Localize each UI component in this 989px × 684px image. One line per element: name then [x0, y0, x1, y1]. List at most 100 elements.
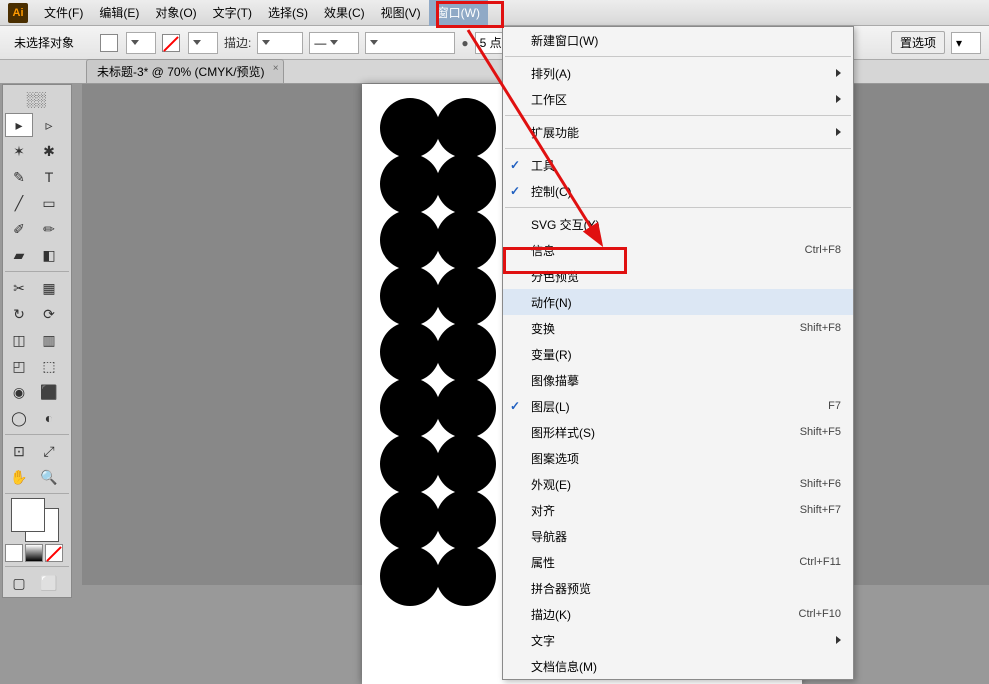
menu-window[interactable]: 窗口(W) — [429, 0, 488, 26]
panel-menu[interactable]: ▾ — [951, 32, 981, 54]
menu-item-label: 图层(L) — [527, 398, 828, 415]
menu-type[interactable]: 文字(T) — [205, 0, 260, 26]
submenu-arrow-icon — [836, 69, 841, 77]
perspective-tool[interactable]: ▥ — [35, 328, 63, 352]
scale-tool[interactable]: ▦ — [35, 276, 63, 300]
free-transform-tool[interactable]: ⟳ — [35, 302, 63, 326]
artboard-tool[interactable]: ⊡ — [5, 439, 33, 463]
menu-item-label: 变量(R) — [527, 346, 841, 363]
screen-mode[interactable]: ▢ — [5, 571, 33, 595]
fill-dropdown[interactable] — [126, 32, 156, 54]
check-icon: ✓ — [503, 399, 527, 413]
menu-item[interactable]: 描边(K)Ctrl+F10 — [503, 601, 853, 627]
menu-item-shortcut: Ctrl+F11 — [799, 556, 841, 568]
width-tool[interactable]: ↻ — [5, 302, 33, 326]
menu-item[interactable]: 变换Shift+F8 — [503, 315, 853, 341]
menu-item-label: 工作区 — [527, 91, 830, 108]
menu-item[interactable]: 属性Ctrl+F11 — [503, 549, 853, 575]
app-icon: Ai — [8, 3, 28, 23]
color-mode-solid[interactable] — [5, 544, 23, 562]
shape-builder-tool[interactable]: ◫ — [5, 328, 33, 352]
menu-edit[interactable]: 编辑(E) — [91, 0, 147, 26]
menubar: Ai 文件(F) 编辑(E) 对象(O) 文字(T) 选择(S) 效果(C) 视… — [0, 0, 989, 26]
graph-tool[interactable]: ◐ — [35, 406, 63, 430]
rotate-tool[interactable]: ✂ — [5, 276, 33, 300]
hand-tool[interactable]: ✋ — [5, 465, 33, 489]
gradient-tool[interactable]: ⬚ — [35, 354, 63, 378]
menu-item[interactable]: 图形样式(S)Shift+F5 — [503, 419, 853, 445]
document-tab[interactable]: 未标题-3* @ 70% (CMYK/预览) × — [86, 59, 284, 83]
menu-object[interactable]: 对象(O) — [147, 0, 204, 26]
zoom-tool[interactable]: 🔍 — [35, 465, 63, 489]
menu-select[interactable]: 选择(S) — [260, 0, 316, 26]
menu-item-shortcut: Ctrl+F8 — [805, 244, 841, 256]
menu-item-label: 扩展功能 — [527, 124, 830, 141]
menu-item[interactable]: 变量(R) — [503, 341, 853, 367]
menu-item-shortcut: F7 — [828, 400, 841, 412]
stroke-dropdown[interactable] — [188, 32, 218, 54]
tab-close-icon[interactable]: × — [273, 63, 279, 74]
slice-tool[interactable]: ⤢ — [35, 439, 63, 463]
fill-swatch[interactable] — [100, 34, 118, 52]
symbol-sprayer-tool[interactable]: ◯ — [5, 406, 33, 430]
menu-item[interactable]: 新建窗口(W) — [503, 27, 853, 53]
eyedropper-tool[interactable]: ◉ — [5, 380, 33, 404]
menu-item-label: 属性 — [527, 554, 799, 571]
menu-item[interactable]: SVG 交互(Y) — [503, 211, 853, 237]
mesh-tool[interactable]: ◰ — [5, 354, 33, 378]
menu-item[interactable]: 文字 — [503, 627, 853, 653]
selection-tool[interactable]: ▸ — [5, 113, 33, 137]
menu-item[interactable]: 对齐Shift+F7 — [503, 497, 853, 523]
menu-item-label: SVG 交互(Y) — [527, 216, 841, 233]
eraser-tool[interactable]: ◧ — [35, 243, 63, 267]
menu-item-label: 控制(C) — [527, 183, 841, 200]
menu-item-label: 分色预览 — [527, 268, 841, 285]
magic-wand-tool[interactable]: ✶ — [5, 139, 33, 163]
color-mode-none[interactable] — [45, 544, 63, 562]
menu-item[interactable]: 分色预览 — [503, 263, 853, 289]
pencil-tool[interactable]: ✏ — [35, 217, 63, 241]
change-screen[interactable]: ⬜ — [35, 571, 63, 595]
rectangle-tool[interactable]: ▭ — [35, 191, 63, 215]
fill-stroke-swatches[interactable] — [5, 498, 67, 542]
blob-brush-tool[interactable]: ▰ — [5, 243, 33, 267]
submenu-arrow-icon — [836, 636, 841, 644]
artwork-circles — [380, 102, 492, 606]
line-tool[interactable]: ╱ — [5, 191, 33, 215]
type-tool[interactable]: T — [35, 165, 63, 189]
menu-item[interactable]: 文档信息(M) — [503, 653, 853, 679]
submenu-arrow-icon — [836, 95, 841, 103]
lasso-tool[interactable]: ✱ — [35, 139, 63, 163]
brush-def[interactable] — [365, 32, 455, 54]
placement-options[interactable]: 置选项 — [891, 31, 945, 54]
menu-item[interactable]: ✓控制(C) — [503, 178, 853, 204]
stroke-swatch[interactable] — [162, 34, 180, 52]
menu-item[interactable]: ✓图层(L)F7 — [503, 393, 853, 419]
menu-item[interactable]: 信息Ctrl+F8 — [503, 237, 853, 263]
menu-item[interactable]: 导航器 — [503, 523, 853, 549]
var-width[interactable]: — — [309, 32, 359, 54]
menu-item[interactable]: 外观(E)Shift+F6 — [503, 471, 853, 497]
menu-item[interactable]: 工作区 — [503, 86, 853, 112]
check-icon: ✓ — [503, 158, 527, 172]
menu-item-label: 拼合器预览 — [527, 580, 841, 597]
menu-view[interactable]: 视图(V) — [373, 0, 429, 26]
blend-tool[interactable]: ⬛ — [35, 380, 63, 404]
menu-item[interactable]: ✓工具 — [503, 152, 853, 178]
menu-item[interactable]: 扩展功能 — [503, 119, 853, 145]
stroke-weight[interactable] — [257, 32, 303, 54]
submenu-arrow-icon — [836, 128, 841, 136]
panel-grip[interactable]: ░░ — [5, 87, 67, 111]
menu-item-label: 描边(K) — [527, 606, 799, 623]
direct-selection-tool[interactable]: ▹ — [35, 113, 63, 137]
pen-tool[interactable]: ✎ — [5, 165, 33, 189]
menu-file[interactable]: 文件(F) — [36, 0, 91, 26]
menu-item-label: 排列(A) — [527, 65, 830, 82]
menu-effect[interactable]: 效果(C) — [316, 0, 373, 26]
menu-item[interactable]: 动作(N) — [503, 289, 853, 315]
menu-item[interactable]: 图案选项 — [503, 445, 853, 471]
menu-item[interactable]: 图像描摹 — [503, 367, 853, 393]
menu-item[interactable]: 拼合器预览 — [503, 575, 853, 601]
menu-item[interactable]: 排列(A) — [503, 60, 853, 86]
paintbrush-tool[interactable]: ✐ — [5, 217, 33, 241]
